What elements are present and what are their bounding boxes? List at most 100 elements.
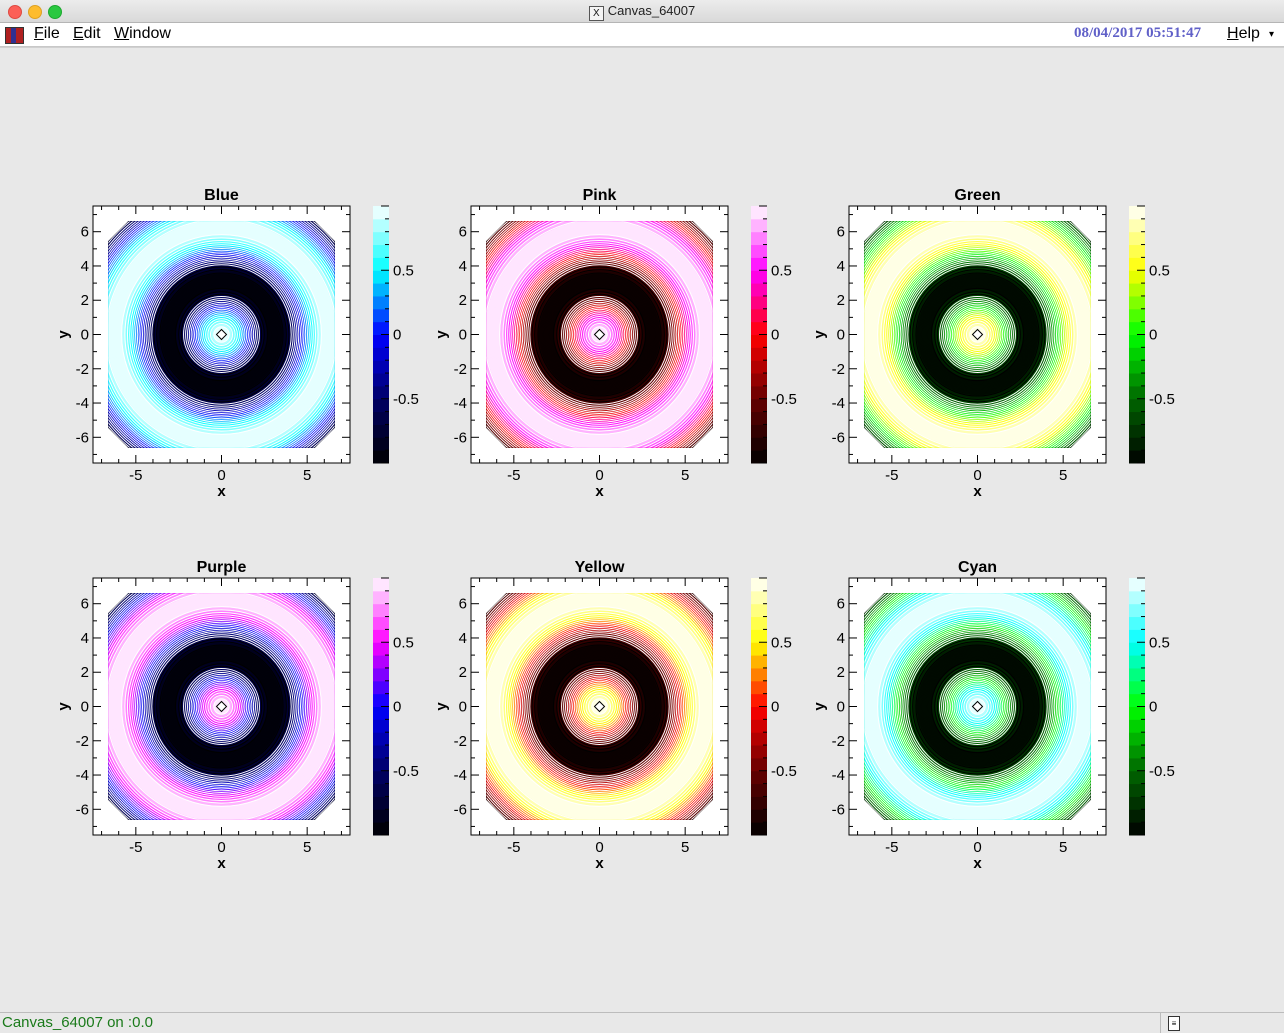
color-bar-level xyxy=(1129,822,1145,836)
color-bar-level xyxy=(751,206,767,220)
color-bar-level xyxy=(373,706,389,720)
color-bar-level xyxy=(373,244,389,258)
color-bar-level xyxy=(751,411,767,425)
color-bar-level xyxy=(1129,745,1145,759)
chart-title: Blue xyxy=(204,187,239,204)
color-bar-level xyxy=(1129,796,1145,810)
color-bar-level xyxy=(373,450,389,464)
color-bar-level xyxy=(373,629,389,643)
y-tick-label: 6 xyxy=(459,224,467,241)
color-bar-level xyxy=(751,629,767,643)
color-bar-label: 0 xyxy=(393,327,401,344)
chart-title: Green xyxy=(954,187,1000,204)
canvas-plots[interactable]: -5 0 5 6 4 2 0 -2 -4 -6 x y Blue 0.5 0 -0.5 -5 0 5 6 4 2 0 -2 -4… xyxy=(0,48,1284,1012)
menu-file-mnemonic: F xyxy=(34,25,44,42)
menu-edit[interactable]: Edit xyxy=(73,25,101,43)
menu-window-label: indow xyxy=(129,25,171,42)
menu-file-label: ile xyxy=(43,25,60,42)
color-bar-level xyxy=(751,437,767,451)
color-bar-label: 0.5 xyxy=(771,634,792,651)
x-axis-label: x xyxy=(595,855,604,872)
y-axis-label: y xyxy=(811,330,828,339)
y-tick-label: -4 xyxy=(832,767,845,784)
y-tick-label: 0 xyxy=(459,327,467,344)
color-bar-level xyxy=(1129,719,1145,733)
color-bar-level xyxy=(1129,732,1145,746)
y-tick-label: 0 xyxy=(837,699,845,716)
y-tick-label: 0 xyxy=(837,327,845,344)
document-icon[interactable]: ≡ xyxy=(1168,1016,1180,1031)
y-tick-label: -2 xyxy=(832,361,845,378)
root-canvas[interactable]: -5 0 5 6 4 2 0 -2 -4 -6 x y Blue 0.5 0 -0.5 -5 0 5 6 4 2 0 -2 -4… xyxy=(0,47,1284,1012)
color-bar-level xyxy=(751,334,767,348)
color-bar-level xyxy=(751,231,767,246)
y-tick-label: -2 xyxy=(454,733,467,750)
menu-help[interactable]: Help xyxy=(1227,25,1260,43)
color-bar-level xyxy=(1129,783,1145,797)
x-tick-label: -5 xyxy=(507,839,520,856)
color-bar-level xyxy=(373,719,389,733)
color-bar-level xyxy=(373,655,389,669)
x-tick-label: -5 xyxy=(885,467,898,484)
color-bar-level xyxy=(751,745,767,759)
color-bar-label: -0.5 xyxy=(393,763,419,780)
color-bar-level xyxy=(751,450,767,464)
color-bar-level xyxy=(751,796,767,810)
chart-green: -5 0 5 6 4 2 0 -2 -4 -6 x y Green 0.5 0 -0.5 xyxy=(811,187,1175,500)
y-tick-label: 2 xyxy=(837,292,845,309)
color-bar-level xyxy=(373,373,389,387)
color-bar-level xyxy=(373,809,389,823)
color-bar-label: -0.5 xyxy=(771,391,797,408)
x-tick-label: 5 xyxy=(681,467,689,484)
menu-window[interactable]: Window xyxy=(114,25,171,43)
y-tick-label: -2 xyxy=(454,361,467,378)
color-bar-level xyxy=(1129,680,1145,695)
y-tick-label: -2 xyxy=(76,733,89,750)
x-tick-label: 0 xyxy=(217,467,225,484)
color-bar-level xyxy=(373,398,389,413)
color-bar-level xyxy=(1129,283,1145,297)
color-bar-level xyxy=(373,283,389,297)
menu-file[interactable]: File xyxy=(34,25,60,43)
color-bar: 0.5 0 -0.5 xyxy=(1129,205,1175,464)
color-bar-level xyxy=(751,398,767,413)
color-bar-level xyxy=(751,283,767,297)
y-tick-label: -4 xyxy=(832,395,845,412)
window-title-text: Canvas_64007 xyxy=(607,3,696,18)
y-tick-label: -2 xyxy=(832,733,845,750)
y-tick-label: 4 xyxy=(837,258,845,275)
color-bar-level xyxy=(1129,770,1145,785)
color-bar-level xyxy=(373,693,389,707)
color-bar-level xyxy=(751,809,767,823)
chart-cyan: -5 0 5 6 4 2 0 -2 -4 -6 x y Cyan 0.5 0 -0.5 xyxy=(811,559,1175,872)
color-bar-level xyxy=(373,257,389,271)
y-tick-label: -4 xyxy=(76,395,89,412)
color-bar-level xyxy=(373,308,389,323)
color-bar-label: 0 xyxy=(771,327,779,344)
color-bar-level xyxy=(1129,437,1145,451)
color-bar-level xyxy=(1129,411,1145,425)
color-bar-level xyxy=(751,270,767,284)
chart-title: Yellow xyxy=(575,559,625,576)
color-bar: 0.5 0 -0.5 xyxy=(1129,577,1175,836)
color-bar-level xyxy=(1129,398,1145,413)
y-tick-label: -6 xyxy=(76,801,89,818)
root-app-icon xyxy=(5,27,24,44)
window-titlebar[interactable]: X Canvas_64007 xyxy=(0,0,1284,23)
color-bar-level xyxy=(373,603,389,618)
y-tick-label: -6 xyxy=(832,801,845,818)
color-bar-level xyxy=(373,360,389,374)
color-bar-level xyxy=(1129,642,1145,656)
color-bar-level xyxy=(751,385,767,400)
y-tick-label: 2 xyxy=(837,664,845,681)
color-bar-label: -0.5 xyxy=(771,763,797,780)
y-tick-label: 4 xyxy=(837,630,845,647)
color-bar-level xyxy=(751,257,767,271)
y-tick-label: 0 xyxy=(81,327,89,344)
color-bar-level xyxy=(373,732,389,746)
y-tick-label: 6 xyxy=(837,596,845,613)
color-bar-label: -0.5 xyxy=(1149,763,1175,780)
chevron-down-icon[interactable]: ▾ xyxy=(1269,29,1274,40)
color-bar-level xyxy=(373,757,389,772)
color-bar-level xyxy=(751,822,767,836)
